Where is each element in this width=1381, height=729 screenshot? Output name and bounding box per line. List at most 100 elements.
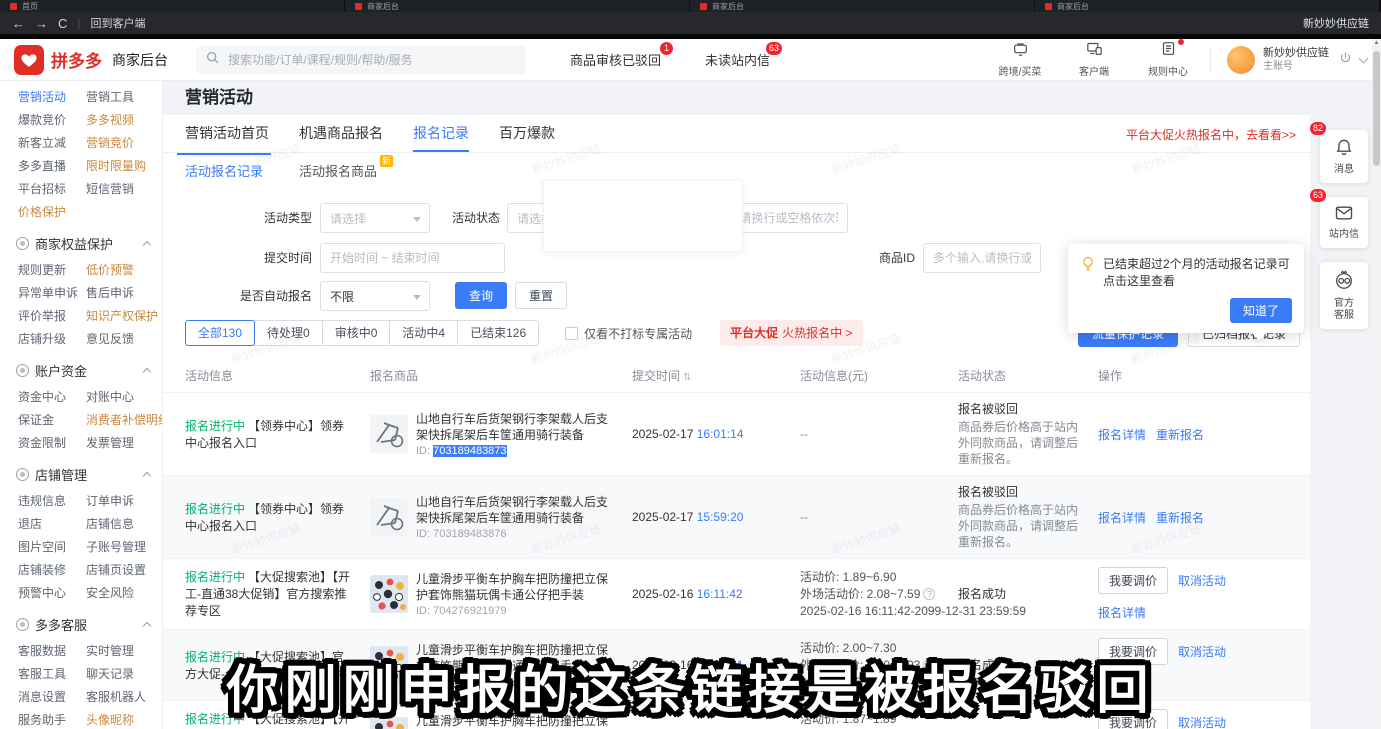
audit-rejected-link[interactable]: 商品审核已驳回1	[570, 50, 661, 69]
sidebar-item[interactable]: 资金限制	[18, 435, 86, 452]
page-scrollbar[interactable]: ▲	[1372, 39, 1381, 729]
promo-campaign-link[interactable]: 平台大促火热报名中，去看看>>	[1126, 126, 1296, 152]
sidebar-item[interactable]: 短信营销	[86, 181, 162, 198]
product-thumbnail[interactable]	[370, 498, 408, 536]
global-search[interactable]	[196, 46, 526, 74]
chevron-down-icon[interactable]	[1359, 53, 1369, 63]
sidebar-item[interactable]: 保证金	[18, 412, 86, 429]
help-icon[interactable]: ?	[923, 588, 935, 600]
collapse-caret-icon[interactable]	[143, 472, 151, 480]
sidebar-item[interactable]: 订单申诉	[86, 493, 162, 510]
sidebar-item[interactable]: 店铺信息	[86, 516, 162, 533]
mailbox-entry[interactable]: 63 站内信	[1320, 197, 1368, 248]
search-button[interactable]: 查询	[455, 282, 507, 309]
sidebar-item[interactable]: 爆款竞价	[18, 112, 86, 129]
sidebar-item[interactable]: 异常单申诉	[18, 285, 86, 302]
product-thumbnail[interactable]	[370, 415, 408, 453]
main-tab[interactable]: 百万爆款	[499, 123, 555, 152]
sidebar-item[interactable]: 安全风险	[86, 585, 162, 602]
sub-tab[interactable]: 活动报名商品新	[299, 153, 377, 187]
search-input[interactable]	[226, 52, 516, 68]
browser-tab[interactable]: 商家后台	[345, 0, 690, 12]
collapse-caret-icon[interactable]	[143, 368, 151, 376]
sidebar-item[interactable]: 违规信息	[18, 493, 86, 510]
sidebar-item[interactable]: 限时限量购	[86, 158, 162, 175]
main-tab[interactable]: 营销活动首页	[185, 123, 269, 152]
unread-mail-link[interactable]: 未读站内信63	[705, 50, 770, 69]
product-thumbnail[interactable]	[370, 575, 408, 613]
activity-type-select[interactable]: 请选择	[320, 203, 430, 233]
sidebar-section-header[interactable]: 账户资金	[16, 361, 162, 380]
sidebar-section-header[interactable]: 店铺管理	[16, 465, 162, 484]
sidebar-item[interactable]: 意见反馈	[86, 331, 162, 348]
action-link[interactable]: 重新报名	[1156, 426, 1204, 443]
sidebar-item[interactable]: 营销竞价	[86, 135, 162, 152]
collapse-caret-icon[interactable]	[143, 241, 151, 249]
sidebar-item[interactable]: 营销工具	[86, 89, 162, 106]
exclusive-activity-checkbox[interactable]	[565, 327, 578, 340]
sidebar-item[interactable]: 店铺升级	[18, 331, 86, 348]
sidebar-item[interactable]: 价格保护	[18, 204, 86, 221]
sidebar-item[interactable]: 消费者补偿明细	[86, 412, 163, 429]
submit-time-input[interactable]	[320, 243, 505, 273]
sidebar-item[interactable]: 对账中心	[86, 389, 163, 406]
auto-signup-select[interactable]: 不限	[320, 281, 430, 311]
sidebar-item[interactable]: 低价预警	[86, 262, 162, 279]
client-app-entry[interactable]: 客户端	[1068, 41, 1120, 78]
action-link[interactable]: 报名详情	[1098, 509, 1146, 526]
action-link[interactable]: 报名详情	[1098, 604, 1146, 621]
big-promo-chip[interactable]: 平台大促火热报名中 >	[720, 320, 862, 346]
scrollbar-thumb[interactable]	[1373, 51, 1380, 166]
sidebar-section-header[interactable]: 商家权益保护	[16, 234, 162, 253]
collapse-caret-icon[interactable]	[143, 622, 151, 630]
cross-border-entry[interactable]: 跨境/买菜	[994, 41, 1046, 78]
filter-chip[interactable]: 全部130	[185, 320, 255, 346]
sidebar-item[interactable]: 知识产权保护	[86, 308, 162, 325]
filter-chip[interactable]: 已结束126	[457, 320, 539, 346]
filter-chip[interactable]: 审核中0	[322, 320, 391, 346]
sidebar-item[interactable]: 多多直播	[18, 158, 86, 175]
scrollbar-up-arrow[interactable]: ▲	[1372, 40, 1381, 46]
sidebar-item[interactable]: 多多视频	[86, 112, 162, 129]
sidebar-item[interactable]: 资金中心	[18, 389, 86, 406]
sidebar-item[interactable]: 图片空间	[18, 539, 86, 556]
reload-icon[interactable]: C	[58, 17, 67, 30]
browser-tab[interactable]: 商家后台	[1035, 0, 1380, 12]
avatar[interactable]	[1227, 46, 1255, 74]
browser-tab[interactable]: 商家后台	[690, 0, 1035, 12]
got-it-button[interactable]: 知道了	[1230, 298, 1292, 323]
main-tab[interactable]: 机遇商品报名	[299, 123, 383, 152]
adjust-price-button[interactable]: 我要调价	[1098, 567, 1168, 594]
pinduoduo-logo-icon[interactable]	[14, 45, 44, 75]
official-support-entry[interactable]: 官方客服	[1320, 262, 1368, 329]
sidebar-item[interactable]: 预警中心	[18, 585, 86, 602]
sidebar-item[interactable]: 评价举报	[18, 308, 86, 325]
sidebar-item[interactable]: 发票管理	[86, 435, 163, 452]
sidebar-item[interactable]: 店铺装修	[18, 562, 86, 579]
sidebar-item[interactable]: 规则更新	[18, 262, 86, 279]
forward-icon[interactable]: →	[35, 17, 48, 30]
action-link[interactable]: 取消活动	[1178, 572, 1226, 589]
sidebar-item[interactable]: 店铺页设置	[86, 562, 162, 579]
main-tab[interactable]: 报名记录	[413, 123, 469, 152]
action-link[interactable]: 重新报名	[1156, 509, 1204, 526]
sidebar-item[interactable]: 售后申诉	[86, 285, 162, 302]
sort-icon[interactable]: ⇅	[683, 372, 691, 383]
filter-chip[interactable]: 待处理0	[254, 320, 323, 346]
sidebar-item[interactable]: 平台招标	[18, 181, 86, 198]
browser-tab[interactable]: 首页	[0, 0, 345, 12]
reset-button[interactable]: 重置	[515, 282, 567, 309]
sidebar-item[interactable]: 退店	[18, 516, 86, 533]
goods-id-input[interactable]	[923, 243, 1041, 273]
browser-profile-name[interactable]: 新妙妙供应链	[1303, 15, 1369, 31]
sidebar-item[interactable]: 子账号管理	[86, 539, 162, 556]
messages-entry[interactable]: 82 消息	[1320, 130, 1368, 183]
sidebar-section-header[interactable]: 多多客服	[16, 615, 162, 634]
sidebar-item[interactable]: 新客立减	[18, 135, 86, 152]
sub-tab[interactable]: 活动报名记录	[185, 153, 263, 187]
logout-icon[interactable]	[1339, 51, 1352, 69]
rule-center-entry[interactable]: 规则中心	[1142, 41, 1194, 78]
action-link[interactable]: 报名详情	[1098, 426, 1146, 443]
back-icon[interactable]: ←	[12, 17, 25, 30]
sidebar-item[interactable]: 营销活动	[18, 89, 86, 106]
